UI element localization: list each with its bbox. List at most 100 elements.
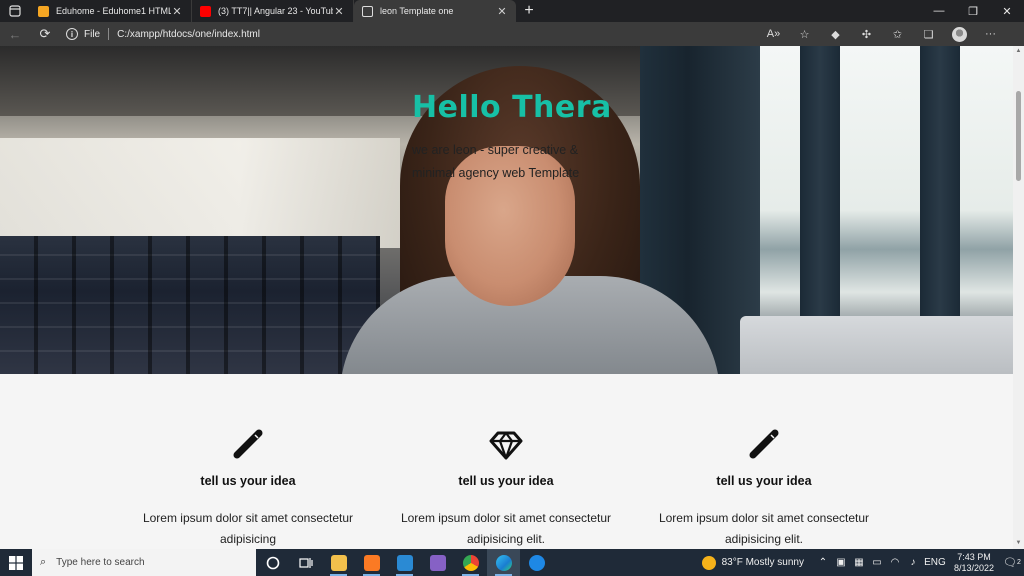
feature-title: tell us your idea — [200, 474, 296, 488]
weather-widget[interactable]: 83°F Mostly sunny — [701, 555, 804, 570]
start-button[interactable] — [0, 549, 32, 576]
tab-leon-template[interactable]: leon Template one ✕ — [354, 0, 516, 22]
notification-button[interactable]: 🗨 2 — [1000, 549, 1024, 576]
minimize-button[interactable]: — — [922, 0, 956, 22]
browser-tab-bar: Eduhome - Eduhome1 HTML Ter ✕ (3) TT7|| … — [0, 0, 1024, 22]
taskbar-search[interactable]: ⌕ Type here to search — [32, 549, 256, 576]
windows-logo-icon — [9, 555, 23, 570]
refresh-button[interactable]: ⟳ — [30, 22, 60, 46]
edge-icon — [495, 554, 512, 571]
hero-photo-laptop — [740, 316, 1013, 374]
new-tab-button[interactable]: + — [516, 0, 542, 22]
clock-date: 8/13/2022 — [953, 562, 994, 573]
scrollbar-thumb[interactable] — [1016, 91, 1021, 181]
tab-title: leon Template one — [380, 6, 454, 16]
feature-title: tell us your idea — [716, 474, 812, 488]
tab-title: Eduhome - Eduhome1 HTML Ter — [56, 6, 171, 16]
close-window-button[interactable]: ✕ — [990, 0, 1024, 22]
back-button[interactable]: ← — [0, 22, 30, 46]
scroll-down-icon[interactable]: ▼ — [1013, 538, 1024, 549]
chrome-icon — [462, 554, 479, 571]
profile-avatar[interactable] — [952, 26, 967, 42]
chrome-button[interactable] — [454, 549, 487, 576]
volume-icon[interactable]: ♪ — [904, 557, 922, 568]
tab-actions-button[interactable] — [0, 0, 30, 22]
feature-card: tell us your idea Lorem ipsum dolor sit … — [386, 424, 626, 549]
eduhome-favicon — [38, 5, 49, 17]
clock[interactable]: 7:43 PM 8/13/2022 — [954, 552, 994, 574]
chevron-up-icon[interactable]: ⌃ — [814, 557, 832, 568]
close-tab-icon[interactable]: ✕ — [496, 5, 508, 18]
collections-icon[interactable]: ❏ — [913, 28, 944, 41]
page-scrollbar[interactable]: ▲ ▼ — [1013, 46, 1024, 549]
language-indicator[interactable]: ENG — [922, 557, 948, 568]
hero-background — [0, 236, 380, 374]
feature-text: Lorem ipsum dolor sit amet consectetur a… — [400, 511, 612, 546]
vscode-icon — [396, 554, 413, 571]
file-favicon — [362, 5, 373, 17]
weather-text: 83°F Mostly sunny — [721, 557, 804, 568]
tray-app-icon[interactable]: ▦ — [850, 557, 868, 568]
divider — [108, 28, 110, 40]
url-text[interactable]: C:/xampp/htdocs/one/index.html — [117, 29, 260, 40]
network-icon[interactable]: ◠ — [886, 557, 904, 568]
taskbar: ⌕ Type here to search 83°F Mostly sunny … — [0, 549, 1024, 576]
info-icon[interactable]: i — [66, 28, 78, 40]
hero-title: Hello Thera — [412, 90, 612, 125]
xampp-button[interactable] — [355, 549, 388, 576]
xampp-icon — [363, 554, 380, 571]
system-tray: 83°F Mostly sunny ⌃ ▣ ▦ ▭ ◠ ♪ ENG 7:43 P… — [701, 549, 1024, 576]
tab-eduhome[interactable]: Eduhome - Eduhome1 HTML Ter ✕ — [30, 0, 192, 22]
tab-youtube[interactable]: (3) TT7|| Angular 23 - YouTube ✕ — [192, 0, 354, 22]
battery-icon[interactable]: ▭ — [868, 557, 886, 568]
search-icon: ⌕ — [40, 556, 47, 568]
hero-text: Hello Thera we are leon - super creative… — [412, 90, 612, 185]
feature-text: Lorem ipsum dolor sit amet consectetur a… — [142, 511, 354, 546]
file-explorer-button[interactable] — [322, 549, 355, 576]
visual-studio-button[interactable] — [421, 549, 454, 576]
page-viewport: Hello Thera we are leon - super creative… — [0, 46, 1013, 549]
cortana-icon — [266, 556, 279, 569]
task-view-icon — [298, 557, 313, 568]
more-menu-icon[interactable]: ··· — [975, 28, 1006, 40]
vscode-button[interactable] — [388, 549, 421, 576]
address-bar[interactable]: i File C:/xampp/htdocs/one/index.html — [66, 25, 260, 43]
tray-app-icon[interactable]: ▣ — [832, 557, 850, 568]
add-favorite-icon[interactable]: ☆ — [789, 28, 820, 41]
browser-tools: A» ☆ ◆ ✣ ✩ ❏ ··· — [758, 22, 1006, 46]
task-view-button[interactable] — [289, 549, 322, 576]
feature-card: tell us your idea Lorem ipsum dolor sit … — [128, 424, 368, 549]
pencil-icon — [228, 424, 268, 464]
search-placeholder: Type here to search — [56, 557, 145, 568]
hero-section: Hello Thera we are leon - super creative… — [0, 46, 1013, 374]
weather-sun-icon — [701, 555, 716, 570]
extension-icon[interactable]: ◆ — [820, 28, 851, 41]
edge-button[interactable] — [487, 549, 520, 576]
youtube-favicon — [200, 5, 211, 17]
window-controls: — ❐ ✕ — [922, 0, 1024, 22]
read-aloud-icon[interactable]: A» — [758, 28, 789, 40]
pinned-app-button[interactable] — [520, 549, 553, 576]
features-section: tell us your idea Lorem ipsum dolor sit … — [0, 374, 1013, 549]
close-tab-icon[interactable]: ✕ — [171, 5, 183, 18]
restore-button[interactable]: ❐ — [956, 0, 990, 22]
feature-title: tell us your idea — [458, 474, 554, 488]
close-tab-icon[interactable]: ✕ — [333, 5, 345, 18]
clock-time: 7:43 PM — [957, 551, 991, 562]
scroll-up-icon[interactable]: ▲ — [1013, 46, 1024, 57]
visual-studio-icon — [429, 554, 446, 571]
diamond-icon — [486, 424, 526, 464]
pencil-icon — [744, 424, 784, 464]
favorites-icon[interactable]: ✩ — [882, 28, 913, 41]
notification-count: 2 — [1017, 559, 1021, 566]
folder-icon — [330, 554, 347, 571]
tab-actions-icon — [9, 5, 21, 17]
feature-text: Lorem ipsum dolor sit amet consectetur a… — [658, 511, 870, 546]
scheme-label: File — [84, 28, 101, 40]
feature-card: tell us your idea Lorem ipsum dolor sit … — [644, 424, 884, 549]
extensions-puzzle-icon[interactable]: ✣ — [851, 28, 882, 41]
tab-title: (3) TT7|| Angular 23 - YouTube — [218, 6, 333, 16]
cortana-button[interactable] — [256, 549, 289, 576]
hero-subtitle: we are leon - super creative & minimal a… — [412, 143, 580, 180]
notification-icon: 🗨 — [1003, 557, 1018, 569]
